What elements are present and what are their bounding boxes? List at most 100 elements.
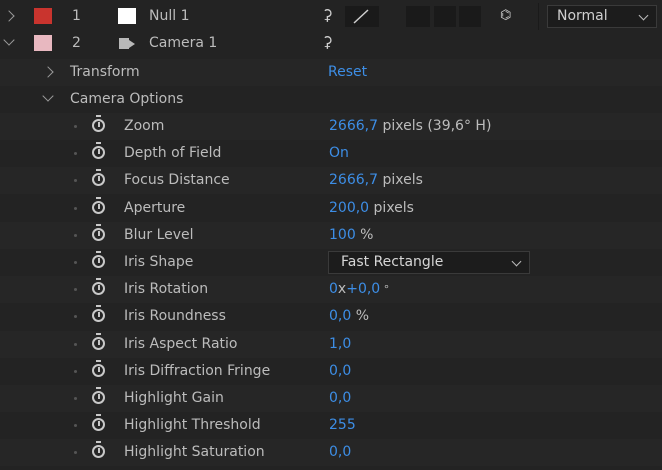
- tree-dot: [74, 424, 77, 428]
- chevron-down-icon: [638, 10, 649, 21]
- property-name: Highlight Gain: [124, 390, 224, 406]
- tree-dot: [74, 397, 77, 400]
- tree-dot: [74, 369, 77, 373]
- property-unit: pixels: [369, 199, 414, 216]
- blend-mode-value: Normal: [557, 8, 608, 24]
- property-value[interactable]: 100: [329, 227, 356, 243]
- property-row[interactable]: Blur Level 100 %: [0, 221, 662, 249]
- property-value-group: 2666,7 pixels (39,6° H): [329, 117, 491, 135]
- property-value[interactable]: 0,0: [329, 363, 351, 379]
- stopwatch-icon[interactable]: [92, 414, 105, 432]
- property-value[interactable]: 255: [329, 417, 356, 433]
- collapse-chevron-icon[interactable]: [3, 34, 15, 46]
- tree-dot: [74, 152, 77, 156]
- tree-dot: [74, 125, 77, 128]
- property-value-group: 255: [329, 416, 356, 434]
- property-value[interactable]: 0,0: [329, 444, 351, 460]
- stopwatch-icon[interactable]: [92, 387, 105, 404]
- property-row[interactable]: Iris Rotation 0x+0,0 °: [0, 276, 662, 304]
- property-row[interactable]: Iris Aspect Ratio 1,0: [0, 330, 662, 358]
- property-row[interactable]: Aperture 200,0 pixels: [0, 195, 662, 222]
- tree-dot: [74, 342, 77, 346]
- property-name: Iris Shape: [124, 254, 194, 270]
- property-name: Iris Roundness: [124, 308, 226, 325]
- property-value-group: 0,0: [329, 443, 351, 461]
- property-value[interactable]: 2666,7: [329, 172, 378, 188]
- reset-link[interactable]: Reset: [328, 63, 367, 81]
- property-value[interactable]: 200,0: [329, 200, 369, 216]
- stopwatch-icon[interactable]: [92, 196, 105, 214]
- property-name: Zoom: [124, 118, 165, 134]
- column-divider: [538, 3, 539, 30]
- property-value-group: 2666,7 pixels: [329, 171, 423, 189]
- property-row[interactable]: Iris Shape Fast Rectangle: [0, 249, 662, 276]
- expand-chevron-icon[interactable]: [3, 10, 15, 22]
- property-name: Iris Diffraction Fringe: [124, 362, 271, 379]
- property-row[interactable]: Iris Diffraction Fringe 0,0: [0, 358, 662, 385]
- stopwatch-icon[interactable]: [92, 223, 105, 241]
- stopwatch-icon[interactable]: [92, 305, 105, 323]
- layer-number: 1: [72, 8, 81, 24]
- property-row[interactable]: Iris Roundness 0,0 %: [0, 303, 662, 330]
- stopwatch-icon[interactable]: [92, 142, 105, 160]
- layer-row-camera-1[interactable]: 2 Camera 1 ⚳: [0, 30, 662, 57]
- tree-dot: [74, 233, 77, 237]
- chevron-down-icon: [511, 256, 522, 267]
- revolutions-unit: x: [337, 281, 347, 298]
- property-value[interactable]: 0,0: [329, 308, 351, 324]
- property-row[interactable]: Focus Distance 2666,7 pixels: [0, 167, 662, 195]
- property-value-group: 100 %: [329, 226, 374, 244]
- layer-name[interactable]: Camera 1: [149, 34, 217, 52]
- property-value[interactable]: 2666,7: [329, 118, 378, 134]
- property-name: Depth of Field: [124, 145, 222, 162]
- iris-shape-dropdown[interactable]: Fast Rectangle: [328, 251, 530, 274]
- property-value[interactable]: 1,0: [329, 336, 351, 352]
- stopwatch-icon[interactable]: [92, 251, 105, 268]
- quality-switch[interactable]: [345, 6, 379, 27]
- revolutions-value[interactable]: 0: [329, 281, 338, 297]
- blend-mode-dropdown[interactable]: Normal: [547, 5, 657, 28]
- motion-blur-switch[interactable]: [434, 6, 456, 27]
- layer-row-null-1[interactable]: 1 Null 1 ⚳ ⌬ Normal: [0, 3, 662, 30]
- cube-icon[interactable]: ⌬: [500, 8, 511, 23]
- property-value-group: 1,0: [329, 335, 351, 353]
- property-value-group: 0,0 %: [329, 307, 369, 325]
- stopwatch-icon[interactable]: [92, 332, 105, 350]
- tree-dot: [74, 206, 77, 210]
- property-row[interactable]: Highlight Saturation 0,0: [0, 439, 662, 467]
- dropdown-value: Fast Rectangle: [341, 254, 444, 270]
- transform-group-row[interactable]: Transform Reset: [0, 59, 662, 86]
- property-row[interactable]: Depth of Field On: [0, 140, 662, 167]
- property-row[interactable]: Highlight Threshold 255: [0, 412, 662, 439]
- property-value[interactable]: On: [329, 145, 349, 161]
- layer-name[interactable]: Null 1: [149, 7, 189, 25]
- property-row[interactable]: Zoom 2666,7 pixels (39,6° H): [0, 113, 662, 140]
- property-value-group: On: [329, 144, 349, 162]
- property-name: Highlight Threshold: [124, 417, 261, 434]
- property-name: Blur Level: [124, 226, 194, 243]
- label-color-swatch[interactable]: [34, 8, 52, 24]
- property-name: Aperture: [124, 199, 186, 216]
- camera-options-group-row[interactable]: Camera Options: [0, 86, 662, 113]
- tree-dot: [74, 261, 77, 264]
- effects-switch[interactable]: [406, 6, 430, 27]
- property-name: Focus Distance: [124, 172, 230, 189]
- shy-icon[interactable]: ⚳: [322, 6, 333, 24]
- property-row[interactable]: Highlight Gain 0,0: [0, 385, 662, 412]
- stopwatch-icon[interactable]: [92, 359, 105, 377]
- property-name: Iris Rotation: [124, 281, 209, 298]
- transform-label: Transform: [70, 64, 140, 80]
- shy-icon[interactable]: ⚳: [322, 33, 333, 51]
- adjustment-switch[interactable]: [459, 6, 481, 27]
- degrees-unit: °: [380, 283, 390, 297]
- property-value-group: 0,0: [329, 389, 351, 407]
- collapse-chevron-icon[interactable]: [42, 90, 54, 102]
- label-color-swatch[interactable]: [34, 35, 52, 51]
- camera-icon: [119, 38, 135, 49]
- property-value-group: 0x+0,0 °: [329, 280, 389, 299]
- stopwatch-icon[interactable]: [92, 115, 105, 132]
- degrees-value[interactable]: +0,0: [346, 281, 380, 297]
- property-value[interactable]: 0,0: [329, 390, 351, 406]
- property-unit: %: [351, 308, 370, 325]
- property-name: Iris Aspect Ratio: [124, 335, 238, 352]
